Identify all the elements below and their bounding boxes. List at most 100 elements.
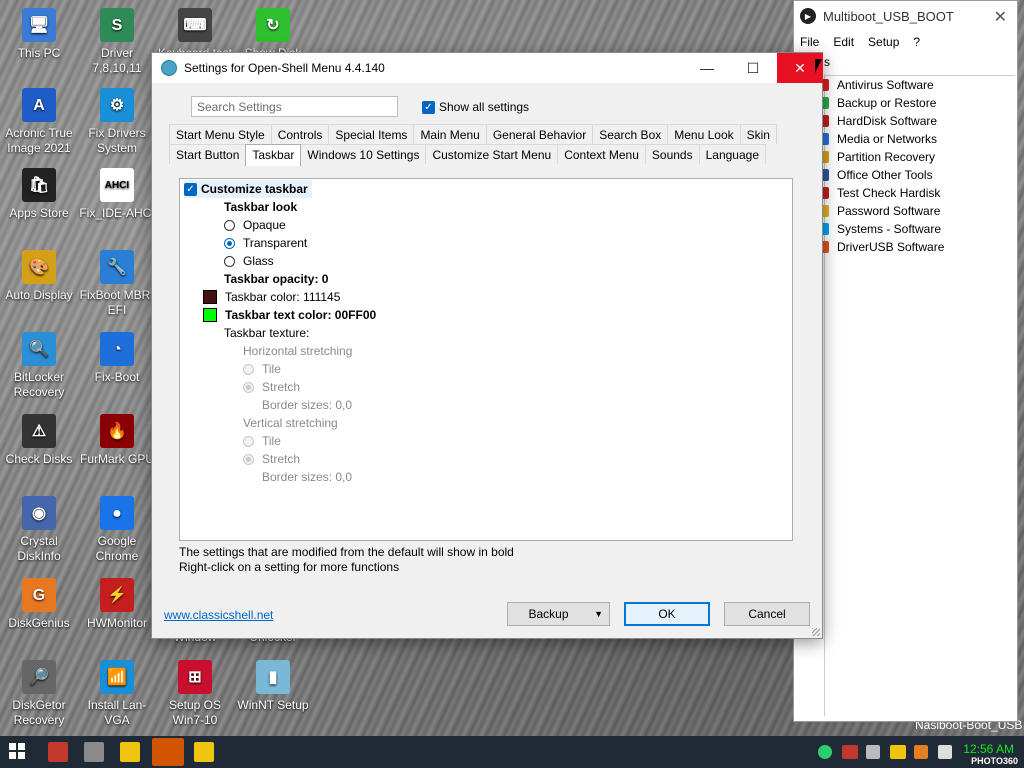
color-swatch[interactable]	[203, 308, 217, 322]
desktop-icon[interactable]: ⚡ HWMonitor	[78, 578, 156, 631]
desktop-icon[interactable]: 🔧 FixBoot MBR-EFI	[78, 250, 156, 318]
desktop-app-icon[interactable]: A	[22, 88, 56, 122]
radio-opaque[interactable]: Opaque	[224, 216, 286, 234]
tab-taskbar[interactable]: Taskbar	[245, 144, 302, 166]
desktop-icon[interactable]: 🔎 DiskGetor Recovery	[0, 660, 78, 728]
desktop-icon[interactable]: AHCI Fix_IDE-AHCI	[78, 168, 156, 221]
desktop-app-icon[interactable]: 🖥	[22, 8, 56, 42]
volume-muted-icon[interactable]	[938, 745, 952, 759]
folder-icon[interactable]	[120, 742, 140, 762]
desktop-app-icon[interactable]: AHCI	[100, 168, 134, 202]
desktop-app-icon[interactable]: 🔎	[22, 660, 56, 694]
desktop-app-icon[interactable]: ◉	[22, 496, 56, 530]
desktop-app-icon[interactable]: 🛍	[22, 168, 56, 202]
desktop-icon[interactable]: G DiskGenius	[0, 578, 78, 631]
setting-taskbar-text-color[interactable]: Taskbar text color: 00FF00	[203, 306, 376, 324]
desktop-icon[interactable]: ⚠ Check Disks	[0, 414, 78, 467]
desktop-icon[interactable]: 🎨 Auto Display	[0, 250, 78, 303]
desktop-icon[interactable]: S Driver 7,8,10,11	[78, 8, 156, 76]
desktop-app-icon[interactable]: S	[100, 8, 134, 42]
network-tray-icon[interactable]	[842, 745, 858, 759]
tab-sounds[interactable]: Sounds	[644, 144, 700, 164]
multiboot-list-item[interactable]: Password Software	[817, 202, 1015, 220]
resize-grip-icon[interactable]	[812, 628, 820, 636]
tab-skin[interactable]: Skin	[739, 124, 777, 144]
desktop-icon[interactable]: 🛍 Apps Store	[0, 168, 78, 221]
checkbox-checked-icon[interactable]: ✓	[184, 182, 197, 196]
desktop-icon[interactable]: ⊞ Setup OS Win7-10	[156, 660, 234, 728]
desktop-icon[interactable]: 🖥 This PC	[0, 8, 78, 61]
multiboot-list-item[interactable]: Media or Networks	[817, 130, 1015, 148]
folder-active-icon[interactable]	[194, 742, 214, 762]
desktop-app-icon[interactable]: ⊞	[178, 660, 212, 694]
tab-start-menu-style[interactable]: Start Menu Style	[169, 124, 272, 144]
multiboot-close-icon[interactable]: ✕	[994, 7, 1007, 27]
folder-tray-icon[interactable]	[890, 745, 906, 759]
minimize-icon[interactable]: —	[684, 53, 730, 83]
radio-icon[interactable]	[224, 255, 235, 267]
tab-start-button[interactable]: Start Button	[169, 144, 247, 164]
pen-tray-icon[interactable]	[866, 745, 880, 759]
desktop-icon[interactable]: A Acronic True Image 2021	[0, 88, 78, 156]
show-all-checkbox[interactable]: ✓ Show all settings	[422, 100, 529, 114]
desktop-icon[interactable]: ● Google Chrome	[78, 496, 156, 564]
multiboot-list-item[interactable]: HardDisk Software	[817, 112, 1015, 130]
menu-help[interactable]: ?	[913, 35, 920, 49]
desktop-app-icon[interactable]: G	[22, 578, 56, 612]
radio-selected-icon[interactable]	[224, 237, 235, 249]
multiboot-list-item[interactable]: Office Other Tools	[817, 166, 1015, 184]
radio-glass[interactable]: Glass	[224, 252, 274, 270]
ok-button[interactable]: OK	[624, 602, 710, 626]
desktop-icon[interactable]: ◔ Fix-Boot	[78, 332, 156, 385]
play-tray-icon[interactable]	[818, 745, 832, 759]
multiboot-list-item[interactable]: DriverUSB Software	[817, 238, 1015, 256]
desktop-app-icon[interactable]: ⚡	[100, 578, 134, 612]
desktop-app-icon[interactable]: ▮	[256, 660, 290, 694]
desktop-app-icon[interactable]: 🔧	[100, 250, 134, 284]
tab-language[interactable]: Language	[698, 144, 766, 164]
cancel-button[interactable]: Cancel	[724, 602, 810, 626]
desktop-icon[interactable]: 📶 Install Lan-VGA	[78, 660, 156, 728]
tab-context-menu[interactable]: Context Menu	[557, 144, 646, 164]
tab-controls[interactable]: Controls	[270, 124, 330, 144]
app-tray-icon[interactable]	[914, 745, 928, 759]
desktop-app-icon[interactable]: 🔥	[100, 414, 134, 448]
menu-edit[interactable]: Edit	[833, 35, 854, 49]
desktop-icon[interactable]: ◉ Crystal DiskInfo	[0, 496, 78, 564]
color-swatch[interactable]	[203, 290, 217, 304]
multiboot-list-item[interactable]: Test Check Hardisk	[817, 184, 1015, 202]
checkbox-checked-icon[interactable]: ✓	[422, 100, 435, 114]
tab-main-menu[interactable]: Main Menu	[413, 124, 487, 144]
desktop-icon[interactable]: ▮ WinNT Setup	[234, 660, 312, 713]
desktop-app-icon[interactable]: ◔	[100, 332, 134, 366]
multiboot-taskbar-icon[interactable]	[152, 738, 184, 766]
setting-opacity[interactable]: Taskbar opacity: 0	[224, 270, 328, 288]
classicshell-link[interactable]: www.classicshell.net	[164, 608, 273, 622]
keyboard-icon[interactable]	[84, 742, 104, 762]
desktop-app-icon[interactable]: ↻	[256, 8, 290, 42]
desktop-icon[interactable]: 🔍 BitLocker Recovery	[0, 332, 78, 400]
desktop-app-icon[interactable]: ●	[100, 496, 134, 530]
desktop-app-icon[interactable]: 🎨	[22, 250, 56, 284]
menu-setup[interactable]: Setup	[868, 35, 899, 49]
tab-customize-start-menu[interactable]: Customize Start Menu	[425, 144, 559, 164]
setting-taskbar-color[interactable]: Taskbar color: 111145	[203, 288, 340, 306]
start-icon[interactable]	[8, 742, 28, 762]
multiboot-list-item[interactable]: Systems - Software	[817, 220, 1015, 238]
multiboot-list-item[interactable]: Backup or Restore	[817, 94, 1015, 112]
tab-search-box[interactable]: Search Box	[592, 124, 669, 144]
desktop-app-icon[interactable]: 📶	[100, 660, 134, 694]
multiboot-list-item[interactable]: Antivirus Software	[817, 76, 1015, 94]
clock[interactable]: 12:56 AM	[963, 742, 1014, 756]
setting-customize-taskbar[interactable]: ✓ Customize taskbar	[184, 180, 312, 198]
desktop-icon[interactable]: ⚙ Fix Drivers System	[78, 88, 156, 156]
radio-transparent[interactable]: Transparent	[224, 234, 307, 252]
tab-menu-look[interactable]: Menu Look	[667, 124, 741, 144]
desktop-app-icon[interactable]: 🔍	[22, 332, 56, 366]
setting-texture[interactable]: Taskbar texture:	[224, 324, 309, 342]
desktop-app-icon[interactable]: ⌨	[178, 8, 212, 42]
radio-icon[interactable]	[224, 219, 235, 231]
desktop-app-icon[interactable]: ⚠	[22, 414, 56, 448]
tab-windows-10-settings[interactable]: Windows 10 Settings	[300, 144, 427, 164]
maximize-icon[interactable]: ☐	[730, 53, 776, 83]
